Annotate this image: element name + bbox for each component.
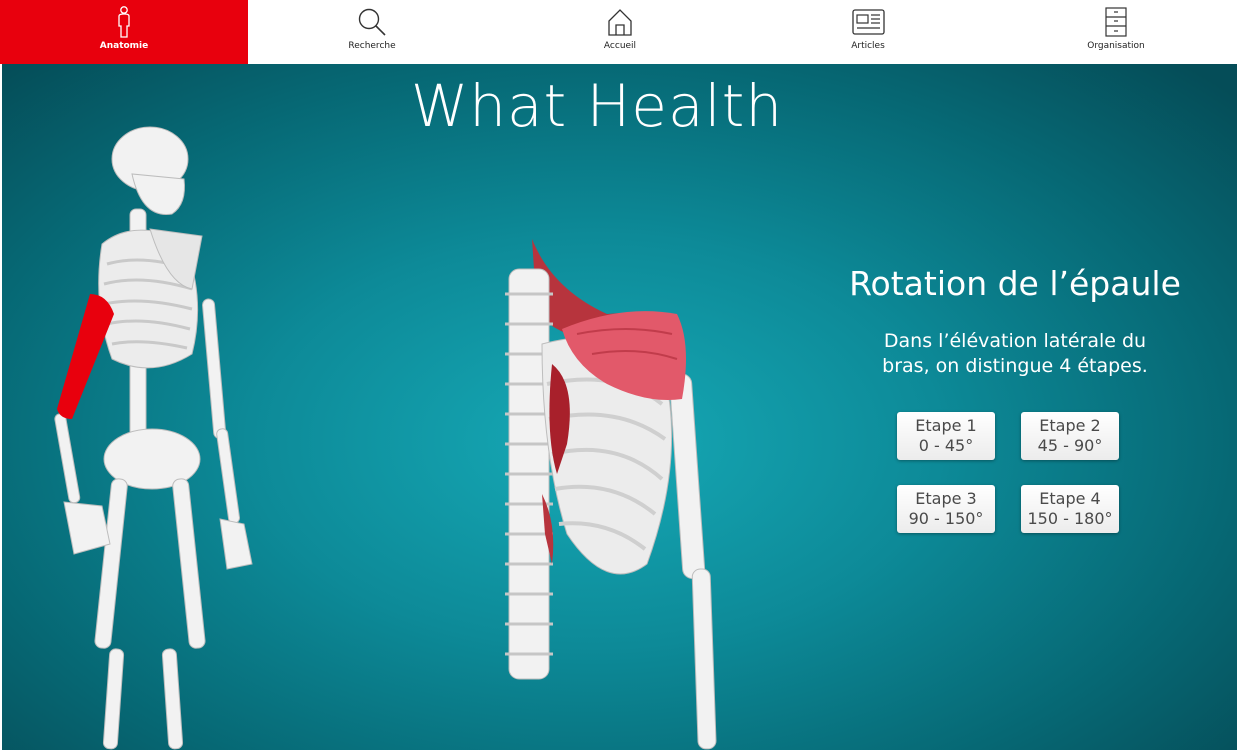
step-range: 150 - 180° — [1027, 509, 1113, 528]
nav-label: Articles — [851, 41, 885, 51]
full-skeleton-model[interactable] — [32, 124, 272, 750]
nav-item-anatomie[interactable]: Anatomie — [0, 0, 248, 64]
newspaper-icon — [851, 6, 885, 38]
description-line: Dans l’élévation latérale du — [883, 330, 1147, 352]
app-root: Anatomie Recherche Accueil Articles Orga… — [0, 0, 1240, 750]
shoulder-model[interactable] — [497, 234, 747, 750]
step-4-button[interactable]: Etape 4 150 - 180° — [1021, 485, 1119, 533]
nav-item-articles[interactable]: Articles — [744, 0, 992, 64]
step-name: Etape 3 — [915, 489, 977, 508]
home-icon — [603, 6, 637, 38]
nav-item-organisation[interactable]: Organisation — [992, 0, 1240, 64]
nav-label: Organisation — [1087, 41, 1145, 51]
nav-item-accueil[interactable]: Accueil — [496, 0, 744, 64]
step-range: 0 - 45° — [918, 436, 974, 455]
anatomy-scene[interactable]: What Health Rotation de l’épaule Dans l’… — [2, 64, 1237, 750]
step-name: Etape 2 — [1039, 416, 1101, 435]
step-range: 45 - 90° — [1037, 436, 1103, 455]
step-3-button[interactable]: Etape 3 90 - 150° — [897, 485, 995, 533]
description-line: bras, on distingue 4 étapes. — [882, 355, 1148, 377]
cabinet-icon — [1099, 6, 1133, 38]
nav-item-recherche[interactable]: Recherche — [248, 0, 496, 64]
step-name: Etape 4 — [1039, 489, 1101, 508]
nav-label: Recherche — [348, 41, 396, 51]
step-range: 90 - 150° — [908, 509, 984, 528]
step-2-button[interactable]: Etape 2 45 - 90° — [1021, 412, 1119, 460]
nav-label: Anatomie — [99, 41, 149, 51]
search-icon — [355, 6, 389, 38]
person-icon — [107, 6, 141, 38]
step-1-button[interactable]: Etape 1 0 - 45° — [897, 412, 995, 460]
topic-description: Dans l’élévation latérale du bras, on di… — [832, 329, 1198, 379]
step-name: Etape 1 — [915, 416, 977, 435]
nav-label: Accueil — [603, 41, 637, 51]
top-navigation: Anatomie Recherche Accueil Articles Orga… — [0, 0, 1240, 64]
topic-title: Rotation de l’épaule — [849, 264, 1181, 303]
